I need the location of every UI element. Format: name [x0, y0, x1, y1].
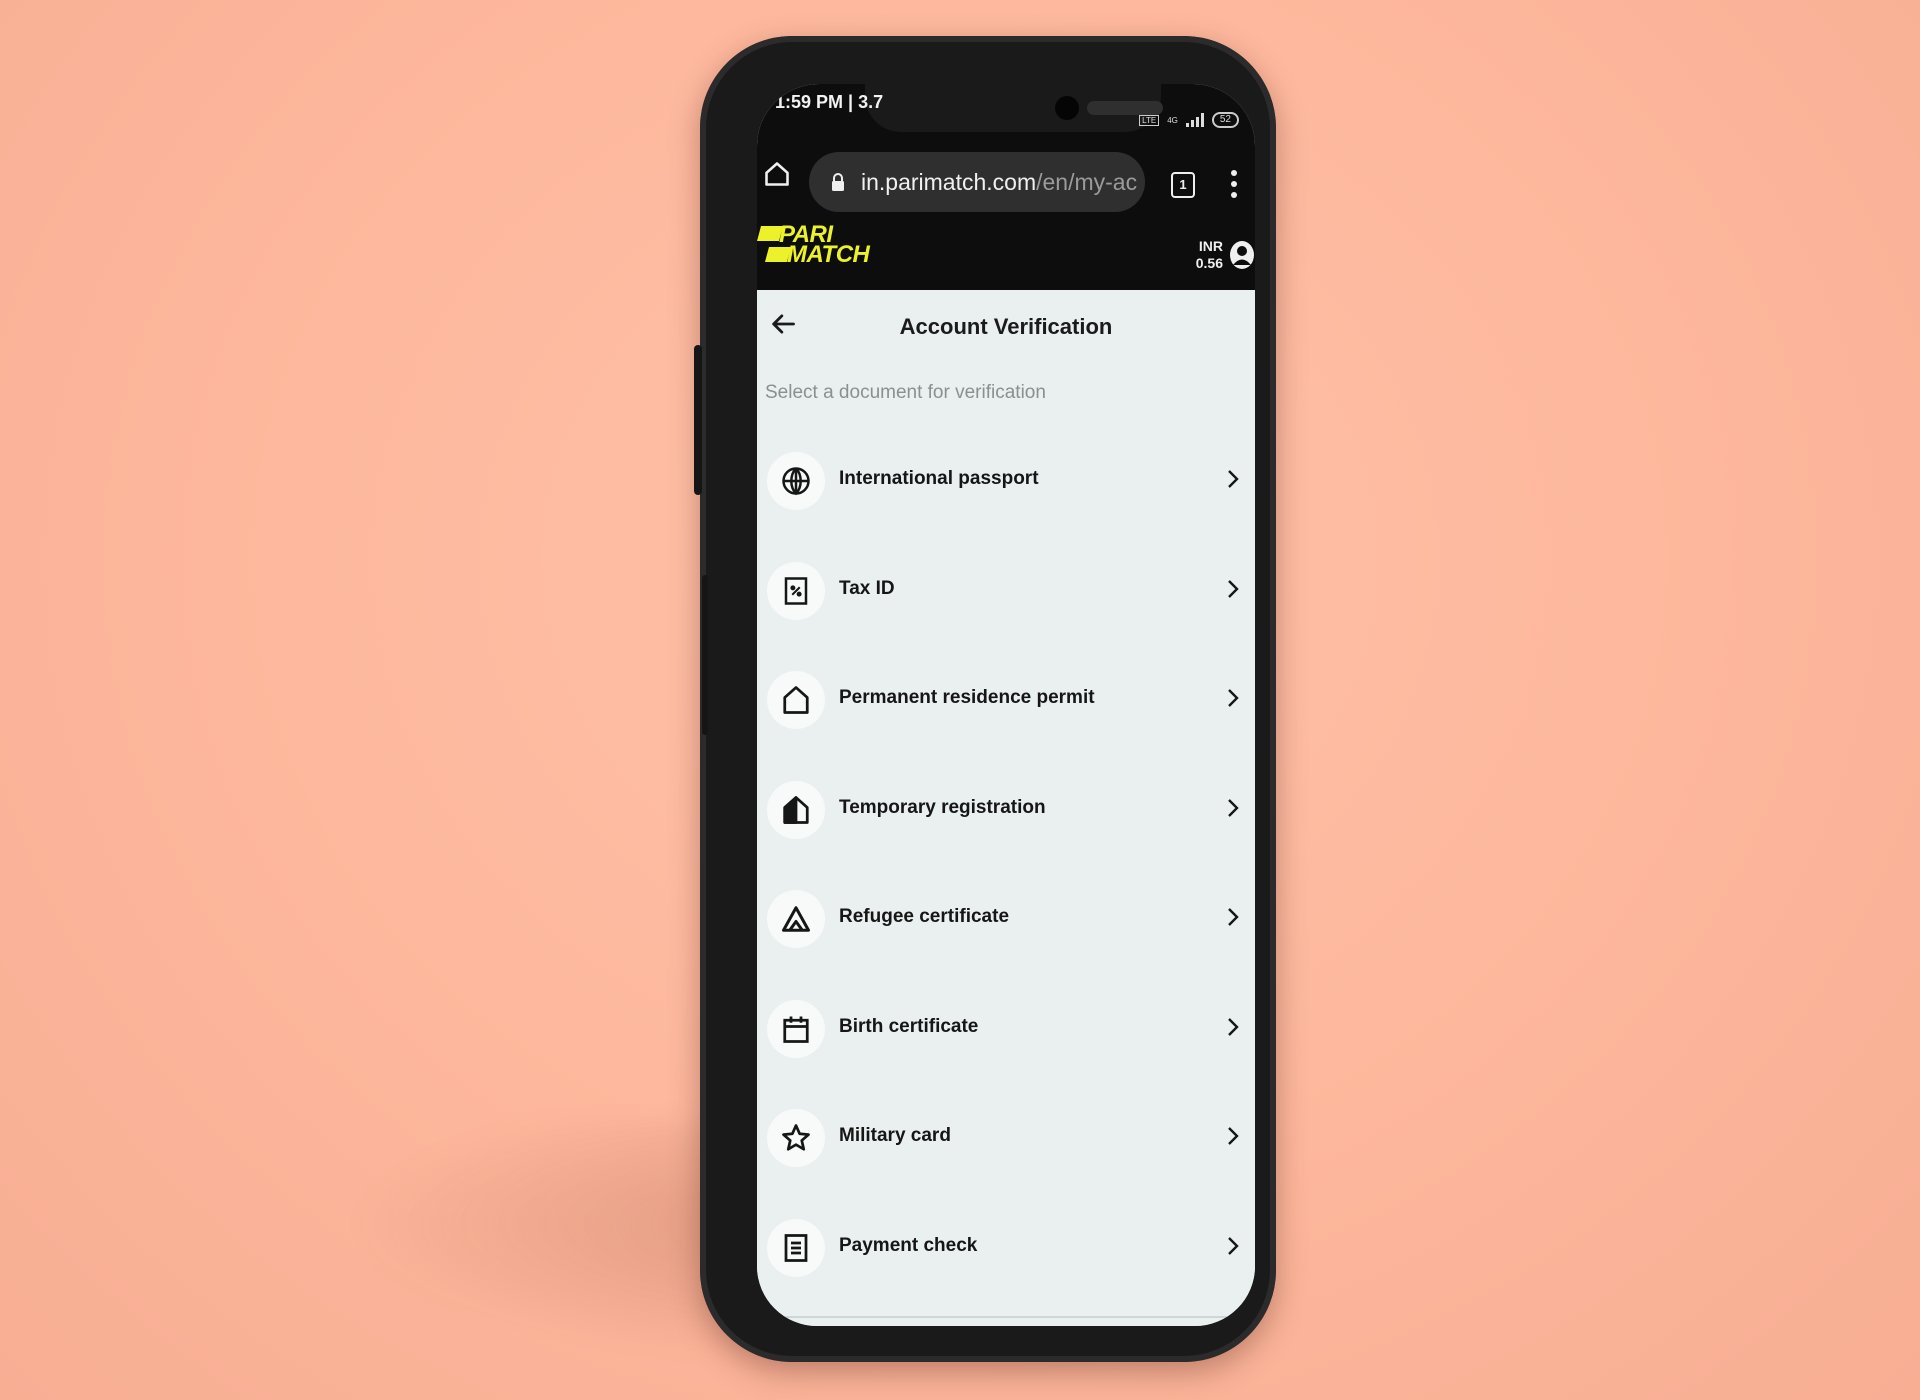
document-item-birth-certificate[interactable]: Birth certificate [757, 978, 1255, 1088]
tent-icon [782, 906, 810, 932]
volte-icon: LTE [1139, 114, 1160, 126]
status-time: 1:59 PM | 3.7 [775, 92, 884, 112]
verification-page: Account Verification Select a document f… [757, 290, 1255, 1326]
address-bar[interactable]: in.parimatch.com/en/my-ac [809, 152, 1145, 212]
battery-icon: 52 [1211, 112, 1239, 128]
document-item-temporary-registration[interactable]: Temporary registration [757, 759, 1255, 869]
front-camera [1055, 96, 1079, 120]
status-icons: LTE 4G 52 [1139, 112, 1239, 128]
chevron-right-icon [1228, 1127, 1239, 1145]
document-item-payment-check[interactable]: Payment check [757, 1197, 1255, 1307]
volume-button [694, 345, 702, 495]
chevron-right-icon [1228, 908, 1239, 926]
document-item-permanent-residence-permit[interactable]: Permanent residence permit [757, 649, 1255, 759]
document-label: Permanent residence permit [839, 687, 1095, 708]
phone-screen: 1:59 PM | 3.7 LTE 4G 52 in.parimatch.com… [757, 84, 1255, 1326]
browser-top-bar: 1:59 PM | 3.7 LTE 4G 52 in.parimatch.com… [757, 84, 1255, 290]
browser-menu-icon[interactable] [1231, 170, 1237, 198]
url-path: /en/my-ac [1036, 168, 1138, 195]
chevron-right-icon [1228, 1236, 1239, 1255]
chevron-right-icon [1228, 470, 1239, 488]
signal-icon [1185, 113, 1204, 127]
document-label: Tax ID [839, 577, 895, 599]
user-account-icon[interactable] [1229, 240, 1255, 270]
notch [865, 84, 1163, 132]
lock-icon [832, 173, 844, 191]
document-item-military-card[interactable]: Military card [757, 1087, 1255, 1197]
page-subtitle: Select a document for verification [765, 382, 1046, 403]
document-label: Payment check [839, 1234, 978, 1256]
chevron-right-icon [1228, 1017, 1239, 1036]
receipt-icon [784, 1233, 808, 1262]
document-label: International passport [839, 468, 1039, 489]
network-label: 4G [1167, 115, 1178, 125]
url-domain: in.parimatch.com [861, 168, 1037, 195]
account-balance[interactable]: INR 0.56 [1196, 238, 1223, 272]
document-label: Birth certificate [839, 1015, 979, 1037]
tax-document-icon [784, 576, 808, 605]
home-icon[interactable] [763, 160, 791, 188]
document-label: Temporary registration [839, 796, 1046, 818]
document-item-international-passport[interactable]: International passport [757, 430, 1255, 540]
document-item-refugee-certificate[interactable]: Refugee certificate [757, 868, 1255, 978]
globe-icon [782, 467, 810, 496]
document-list: International passport Tax ID Permanent … [757, 430, 1255, 1306]
parimatch-logo[interactable]: PARI MATCH [757, 222, 873, 268]
document-item-tax-id[interactable]: Tax ID [757, 540, 1255, 650]
document-label: Refugee certificate [839, 906, 1010, 927]
calendar-icon [783, 1016, 809, 1043]
bottom-divider [757, 1316, 1255, 1318]
chevron-right-icon [1228, 579, 1239, 598]
currency-label: INR [1198, 238, 1223, 254]
house-icon [783, 686, 809, 714]
side-button [702, 575, 708, 735]
star-icon [782, 1124, 810, 1151]
tab-switcher-button[interactable]: 1 [1171, 172, 1195, 198]
balance-amount: 0.56 [1195, 255, 1223, 271]
page-title: Account Verification [899, 314, 1113, 339]
half-house-icon [783, 795, 809, 824]
chevron-right-icon [1228, 689, 1239, 707]
document-label: Military card [839, 1125, 951, 1146]
browser-toolbar: in.parimatch.com/en/my-ac 1 [757, 136, 1255, 212]
chevron-right-icon [1228, 798, 1239, 817]
logo-text-line2: MATCH [787, 241, 870, 268]
